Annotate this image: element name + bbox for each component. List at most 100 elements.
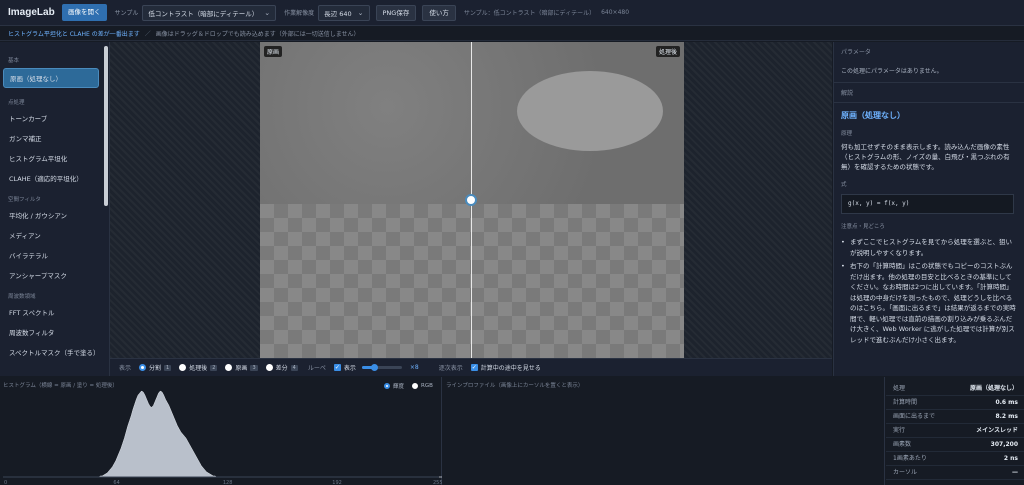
list-item: • まずここでヒストグラムを見てから処理を選ぶと、狙いが説明しやすくなります。 (841, 237, 1016, 258)
sidebar-item-bilateral[interactable]: バイラテラル (0, 246, 109, 266)
note-text: まずここでヒストグラムを見てから処理を選ぶと、狙いが説明しやすくなります。 (850, 238, 1013, 257)
sidebar-item-unsharp[interactable]: アンシャープマスク (0, 266, 109, 286)
image-canvas[interactable]: 原画 処理後 (260, 42, 684, 358)
list-item: • 右下の「計算時間」はこの状態でもコピーのコストぶんだけ出ます。他の処理の目安と… (841, 261, 1016, 345)
tick-label: 0 (4, 480, 7, 485)
sidebar-item-gaussian[interactable]: 平均化 / ガウシアン (0, 206, 109, 226)
bullet-icon: • (841, 238, 845, 246)
shortcut-key: 3 (250, 364, 258, 371)
stat-value: 0.6 ms (995, 399, 1018, 406)
save-png-button[interactable]: PNG保存 (375, 4, 417, 21)
loupe-label: ルーペ (307, 365, 326, 372)
progressive-label: 逐次表示 (438, 365, 463, 372)
section-spatial: 空間フィルタ (8, 197, 41, 203)
sidebar-item-histeq[interactable]: ヒストグラム平坦化 (0, 149, 109, 169)
split-handle[interactable] (465, 194, 477, 206)
tick-label: 64 (113, 480, 119, 485)
param-title: パラメータ (841, 49, 871, 56)
histogram-area (3, 390, 442, 478)
progressive-toggle[interactable]: ✓ 計算中の途中を見せる (470, 363, 541, 372)
section-basic: 基本 (8, 58, 20, 64)
original-tag: 原画 (264, 46, 283, 57)
histogram-panel: ヒストグラム（横線 = 原画 / 塗り = 処理後） 輝度 RGB 0 64 128… (0, 377, 442, 485)
stat-key: カーソル (893, 469, 918, 476)
line-profile-panel: ラインプロファイル（画像上にカーソルを置くと表示） (443, 377, 885, 485)
sidebar-item-original[interactable]: 原画（処理なし） (3, 68, 99, 88)
bullet-icon: • (841, 262, 845, 270)
formula-label: 式 (841, 182, 847, 188)
loupe-zoom-value: ×8 (409, 364, 419, 371)
mode-original-label: 原画 (235, 365, 248, 372)
stat-value: メインスレッド (976, 427, 1018, 434)
radio-icon (265, 364, 273, 371)
stat-value: 307,200 (990, 441, 1018, 448)
image-size: 640×480 (601, 9, 630, 16)
shortcut-key: 4 (290, 364, 298, 371)
drop-hint: 画像はドラッグ＆ドロップでも読み込めます（外部には一切送信しません） (155, 31, 360, 38)
sample-select[interactable]: 低コントラスト（暗部にディテール） ⌄ (142, 4, 277, 21)
stat-value: 8.2 ms (995, 413, 1018, 420)
chevron-down-icon: ⌄ (357, 8, 364, 17)
stat-key: 画面に出るまで (893, 413, 936, 420)
sidebar-item-fft[interactable]: FFT スペクトル (0, 303, 109, 323)
loupe-zoom-slider[interactable] (361, 364, 402, 371)
principle-text: 何も加工せずそのまま表示します。読み込んだ画像の素性（ヒストグラムの形、ノイズの… (841, 143, 1010, 171)
sample-info: サンプル：低コントラスト（暗部にディテール） (463, 10, 596, 17)
help-button[interactable]: 使い方 (422, 4, 456, 21)
explain-title: 解説 (841, 90, 854, 97)
sample-select-value: 低コントラスト（暗部にディテール） (148, 9, 259, 18)
algorithm-sidebar: 基本 原画（処理なし） 点処理 トーンカーブ ガンマ補正 ヒストグラム平坦化 C… (0, 42, 110, 376)
stat-row: 実行 メインスレッド (886, 424, 1024, 438)
checkbox-icon: ✓ (470, 364, 478, 371)
open-image-button[interactable]: 画像を開く (62, 4, 107, 21)
stat-row: 処理 原画（処理なし） (886, 382, 1024, 396)
stat-value: 原画（処理なし） (969, 385, 1018, 392)
bottom-panels: ヒストグラム（横線 = 原画 / 塗り = 処理後） 輝度 RGB 0 64 128… (0, 377, 1024, 485)
image-viewer[interactable]: 原画 処理後 (110, 42, 832, 358)
sample-label: サンプル (114, 10, 139, 17)
chevron-down-icon: ⌄ (264, 8, 271, 17)
stat-row: 計算時間 0.6 ms (886, 396, 1024, 410)
sidebar-item-freq-filter[interactable]: 周波数フィルタ (0, 323, 109, 343)
sample-hint-link[interactable]: ヒストグラム平坦化と CLAHE の差が一番出ます (8, 29, 140, 38)
sidebar-item-tone-curve[interactable]: トーンカーブ (0, 109, 109, 129)
profile-title: ラインプロファイル（画像上にカーソルを置くと表示） (446, 383, 584, 389)
stat-key: 1画素あたり (893, 455, 927, 462)
tick-label: 192 (332, 480, 342, 485)
stat-key: 実行 (893, 427, 906, 434)
sidebar-scrollbar[interactable] (104, 46, 108, 206)
mode-split-label: 分割 (149, 365, 162, 372)
mode-original[interactable]: 原画 3 (225, 363, 258, 372)
resolution-select[interactable]: 長辺 640 ⌄ (318, 4, 370, 21)
sub-bar: ヒストグラム平坦化と CLAHE の差が一番出ます ／ 画像はドラッグ＆ドロップ… (0, 27, 1024, 41)
tick-label: 255 (433, 480, 442, 485)
mode-diff-label: 差分 (275, 365, 288, 372)
stat-row: 画面に出るまで 8.2 ms (886, 410, 1024, 424)
top-bar: ImageLab 画像を開く サンプル 低コントラスト（暗部にディテール） ⌄ … (0, 0, 1024, 26)
section-frequency: 周波数領域 (8, 294, 36, 300)
resolution-label: 作業解像度 (284, 10, 315, 17)
slider-knob[interactable] (370, 364, 378, 371)
stat-row: 1画素あたり 2 ns (886, 452, 1024, 466)
loupe-toggle[interactable]: ✓ 表示 (333, 363, 356, 372)
image-checker-region (260, 204, 684, 358)
right-panel: パラメータ この処理にパラメータはありません。 解説 原画（処理なし） 原理 何… (833, 42, 1024, 376)
shortcut-key: 2 (210, 364, 218, 371)
sidebar-item-gamma[interactable]: ガンマ補正 (0, 129, 109, 149)
mode-split[interactable]: 分割 1 (139, 363, 172, 372)
stat-key: 計算時間 (893, 399, 918, 406)
histogram-chart: 0 64 128 192 255 (3, 390, 442, 485)
progressive-toggle-label: 計算中の途中を見せる (480, 365, 541, 372)
sidebar-item-median[interactable]: メディアン (0, 226, 109, 246)
histogram-title: ヒストグラム（横線 = 原画 / 塗り = 処理後） (3, 383, 118, 389)
display-controls: 表示 分割 1 処理後 2 原画 3 差分 4 ルーペ ✓ 表示 ×8 逐次表示 ✓ 計算中… (110, 358, 832, 376)
sidebar-item-spectral-mask[interactable]: スペクトルマスク（手で塗る） (0, 343, 109, 363)
sidebar-item-clahe[interactable]: CLAHE（適応的平坦化） (0, 169, 109, 189)
processed-tag: 処理後 (655, 46, 680, 57)
resolution-select-value: 長辺 640 (324, 9, 352, 18)
mode-processed[interactable]: 処理後 2 (179, 363, 218, 372)
shortcut-key: 1 (164, 364, 172, 371)
mode-diff[interactable]: 差分 4 (265, 363, 298, 372)
stats-panel: 処理 原画（処理なし） 計算時間 0.6 ms 画面に出るまで 8.2 ms 実行 メインスレ… (886, 377, 1024, 485)
stat-value: — (1012, 469, 1018, 476)
